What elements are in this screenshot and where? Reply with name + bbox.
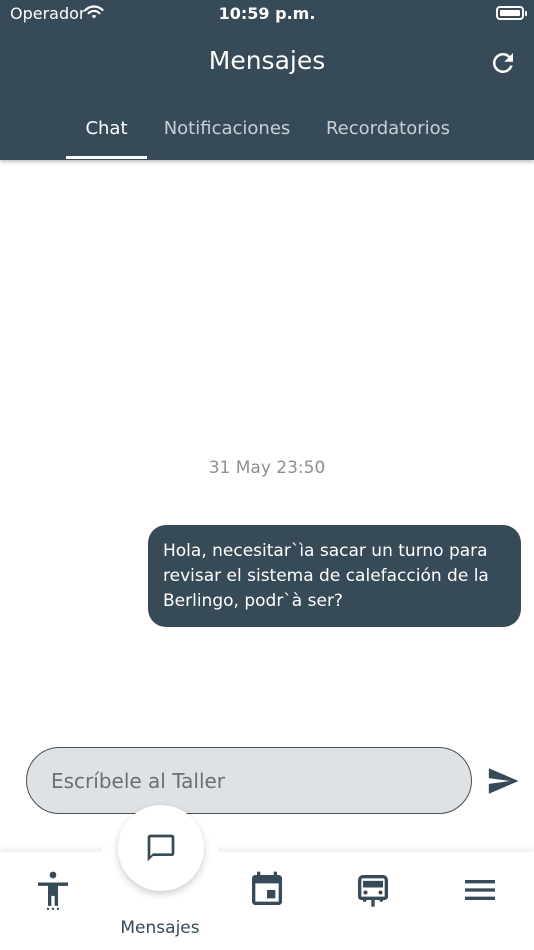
tab-bar: Chat Notificaciones Recordatorios — [0, 110, 534, 160]
active-tab-indicator — [66, 156, 147, 159]
app-header: Operador 10:59 p.m. Mensajes Chat Notifi… — [0, 0, 534, 160]
car-icon[interactable] — [353, 870, 393, 910]
status-bar: Operador 10:59 p.m. — [0, 0, 534, 28]
outgoing-message-bubble: Hola, necesitar`ìa sacar un turno para r… — [148, 525, 521, 627]
refresh-icon[interactable] — [488, 48, 518, 78]
page-title: Mensajes — [208, 46, 326, 75]
tab-chat[interactable]: Chat — [66, 118, 147, 139]
tab-notificaciones[interactable]: Notificaciones — [155, 118, 299, 139]
menu-icon[interactable] — [460, 870, 500, 910]
nav-item-mensajes[interactable] — [118, 805, 204, 891]
status-time: 10:59 p.m. — [218, 4, 316, 23]
send-icon[interactable] — [486, 764, 520, 798]
message-composer — [26, 747, 472, 814]
date-separator: 31 May 23:50 — [208, 458, 326, 478]
battery-icon — [496, 6, 527, 20]
tab-recordatorios[interactable]: Recordatorios — [318, 118, 458, 139]
message-input[interactable] — [51, 766, 451, 796]
accessibility-icon[interactable] — [33, 870, 73, 910]
calendar-icon[interactable] — [247, 870, 287, 910]
chat-bubble-icon — [147, 834, 175, 862]
nav-label-mensajes: Mensajes — [120, 918, 200, 938]
message-text: Hola, necesitar`ìa sacar un turno para r… — [163, 541, 489, 611]
